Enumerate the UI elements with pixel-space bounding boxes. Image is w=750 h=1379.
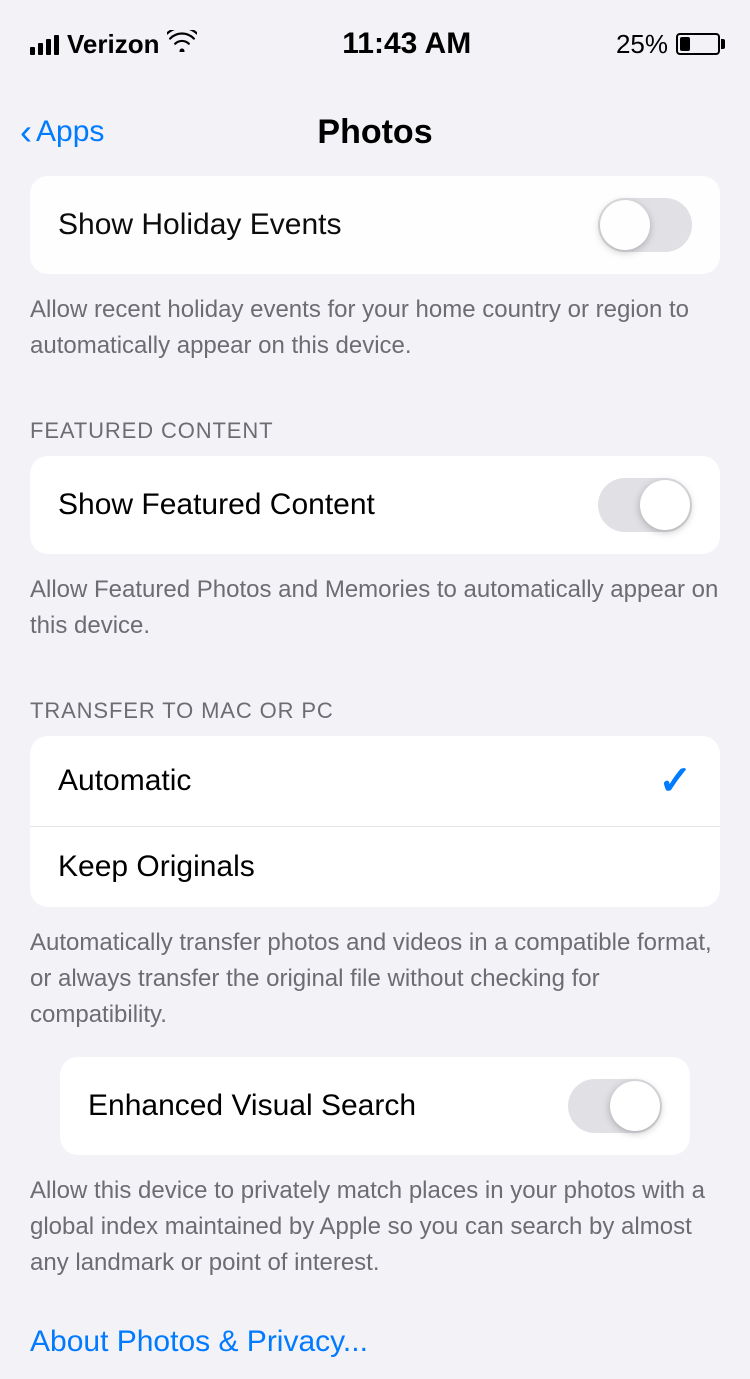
about-photos-privacy-link[interactable]: About Photos & Privacy... <box>0 1305 750 1379</box>
status-right: 25% <box>616 29 720 60</box>
back-chevron-icon: ‹ <box>20 114 32 150</box>
enhanced-visual-search-label: Enhanced Visual Search <box>88 1089 416 1123</box>
keep-originals-label: Keep Originals <box>58 850 255 884</box>
transfer-description: Automatically transfer photos and videos… <box>0 907 750 1057</box>
status-bar: Verizon 11:43 AM 25% <box>0 0 750 88</box>
holiday-events-toggle[interactable] <box>598 198 692 252</box>
back-button[interactable]: ‹ Apps <box>20 114 104 150</box>
page-title: Photos <box>317 113 432 152</box>
featured-content-description: Allow Featured Photos and Memories to au… <box>0 554 750 668</box>
carrier-label: Verizon <box>67 29 159 60</box>
wifi-icon <box>167 30 197 59</box>
nav-bar: ‹ Apps Photos <box>0 88 750 176</box>
transfer-group: Automatic ✓ Keep Originals <box>30 736 720 907</box>
show-featured-content-label: Show Featured Content <box>58 488 375 522</box>
battery-percentage: 25% <box>616 29 668 60</box>
holiday-events-row: Show Holiday Events <box>30 176 720 274</box>
automatic-row[interactable]: Automatic ✓ <box>30 736 720 827</box>
featured-content-section: FEATURED CONTENT Show Featured Content A… <box>0 418 750 668</box>
back-label: Apps <box>36 115 104 149</box>
enhanced-visual-search-section: Enhanced Visual Search <box>30 1057 720 1155</box>
enhanced-visual-search-description: Allow this device to privately match pla… <box>0 1155 750 1305</box>
holiday-events-description: Allow recent holiday events for your hom… <box>0 274 750 388</box>
battery-icon <box>676 33 720 55</box>
transfer-section: TRANSFER TO MAC OR PC Automatic ✓ Keep O… <box>0 698 750 1057</box>
status-left: Verizon <box>30 29 197 60</box>
show-featured-content-toggle[interactable] <box>598 478 692 532</box>
holiday-events-label: Show Holiday Events <box>58 208 341 242</box>
enhanced-visual-search-row: Enhanced Visual Search <box>60 1057 690 1155</box>
automatic-label: Automatic <box>58 764 191 798</box>
featured-content-group: Show Featured Content <box>30 456 720 554</box>
enhanced-visual-search-group: Enhanced Visual Search <box>60 1057 690 1155</box>
signal-bars-icon <box>30 33 59 55</box>
show-featured-content-row: Show Featured Content <box>30 456 720 554</box>
transfer-header: TRANSFER TO MAC OR PC <box>0 698 750 736</box>
keep-originals-row[interactable]: Keep Originals <box>30 827 720 907</box>
enhanced-visual-search-toggle[interactable] <box>568 1079 662 1133</box>
settings-content: Show Holiday Events Allow recent holiday… <box>0 176 750 1379</box>
holiday-events-section: Show Holiday Events <box>30 176 720 274</box>
featured-content-header: FEATURED CONTENT <box>0 418 750 456</box>
automatic-checkmark: ✓ <box>658 758 692 804</box>
status-time: 11:43 AM <box>342 27 471 61</box>
